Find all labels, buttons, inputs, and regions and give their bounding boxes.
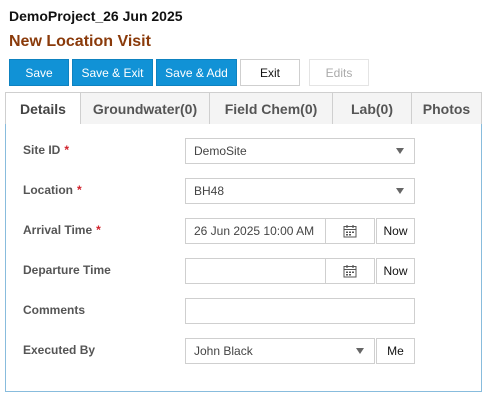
save-and-exit-button[interactable]: Save & Exit (72, 59, 153, 86)
tab-photos[interactable]: Photos (412, 92, 482, 124)
calendar-icon[interactable] (325, 259, 374, 283)
tab-details[interactable]: Details (5, 92, 81, 125)
site-id-row: Site ID * DemoSite (6, 138, 483, 164)
comments-row: Comments (6, 298, 483, 324)
tab-bar: Details Groundwater(0) Field Chem(0) Lab… (5, 92, 482, 125)
arrival-time-input[interactable]: 26 Jun 2025 10:00 AM (185, 218, 375, 244)
arrival-now-button[interactable]: Now (376, 218, 415, 244)
page-title: New Location Visit (9, 33, 151, 50)
location-value: BH48 (194, 184, 225, 198)
departure-time-row: Departure Time Now (6, 258, 483, 284)
location-label: Location * (23, 183, 82, 197)
toolbar: Save Save & Exit Save & Add Exit Edits (9, 59, 369, 86)
chevron-down-icon (396, 148, 404, 154)
site-id-label: Site ID * (23, 143, 70, 157)
save-button[interactable]: Save (9, 59, 69, 86)
arrival-time-label: Arrival Time * (23, 223, 101, 237)
site-id-select[interactable]: DemoSite (185, 138, 415, 164)
executed-by-row: Executed By John Black Me (6, 338, 483, 364)
me-button[interactable]: Me (376, 338, 415, 364)
details-panel: Site ID * DemoSite Location * BH48 Arrival… (5, 124, 482, 392)
departure-time-label: Departure Time (23, 263, 111, 277)
tab-groundwater[interactable]: Groundwater(0) (81, 92, 210, 124)
calendar-icon[interactable] (325, 219, 374, 243)
edits-button: Edits (309, 59, 369, 86)
save-and-add-button[interactable]: Save & Add (156, 59, 237, 86)
location-select[interactable]: BH48 (185, 178, 415, 204)
required-marker: * (96, 223, 101, 237)
required-marker: * (64, 143, 70, 157)
location-row: Location * BH48 (6, 178, 483, 204)
departure-time-input[interactable] (185, 258, 375, 284)
executed-by-label: Executed By (23, 343, 96, 357)
project-title: DemoProject_26 Jun 2025 (9, 8, 183, 24)
executed-by-value: John Black (194, 344, 253, 358)
comments-input[interactable] (185, 298, 415, 324)
site-id-value: DemoSite (194, 144, 247, 158)
arrival-time-value: 26 Jun 2025 10:00 AM (194, 224, 315, 238)
exit-button[interactable]: Exit (240, 59, 300, 86)
departure-now-button[interactable]: Now (376, 258, 415, 284)
chevron-down-icon (396, 188, 404, 194)
chevron-down-icon (356, 348, 364, 354)
comments-label: Comments (23, 303, 86, 317)
tab-lab[interactable]: Lab(0) (333, 92, 412, 124)
executed-by-select[interactable]: John Black (185, 338, 375, 364)
required-marker: * (77, 183, 82, 197)
arrival-time-row: Arrival Time * 26 Jun 2025 10:00 AM Now (6, 218, 483, 244)
tab-field-chem[interactable]: Field Chem(0) (210, 92, 333, 124)
